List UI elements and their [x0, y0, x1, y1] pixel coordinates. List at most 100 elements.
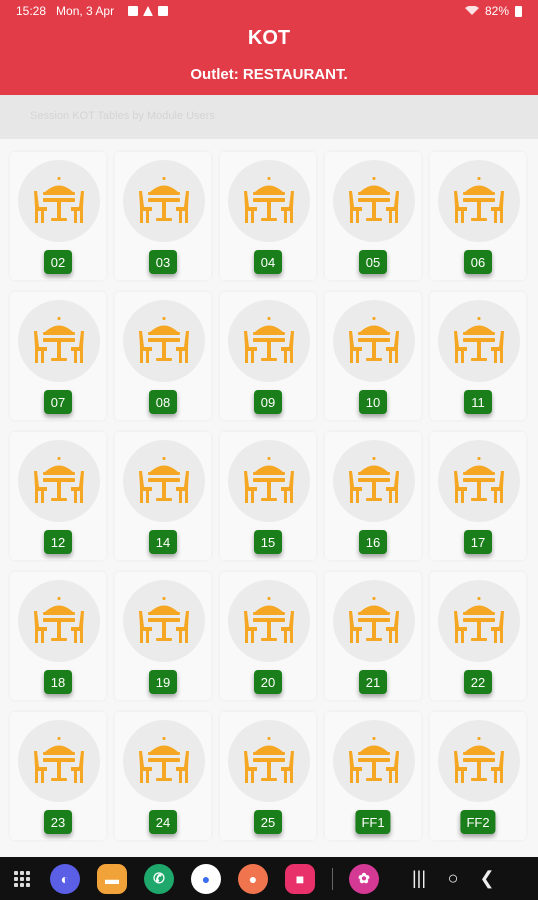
dining-table-icon [244, 597, 294, 643]
table-number-badge: 17 [464, 530, 492, 554]
dining-table-icon [244, 457, 294, 503]
table-icon-circle [123, 720, 205, 802]
table-icon-circle [123, 160, 205, 242]
table-tile[interactable]: 10 [325, 292, 421, 420]
table-tile[interactable]: 23 [10, 712, 106, 840]
table-icon-circle [123, 580, 205, 662]
table-number-badge: 09 [254, 390, 282, 414]
apps-drawer-icon[interactable] [14, 870, 30, 887]
table-icon-circle [228, 720, 310, 802]
table-number-badge: 10 [359, 390, 387, 414]
recents-icon[interactable]: ||| [408, 868, 430, 889]
table-icon-circle [333, 580, 415, 662]
table-number-badge: 11 [464, 390, 492, 414]
samsung-internet-icon[interactable]: ◐ [50, 863, 80, 894]
table-tile[interactable]: 19 [115, 572, 211, 700]
mail-notification-icon [158, 6, 169, 16]
table-number-badge: 18 [44, 670, 72, 694]
table-icon-circle [333, 440, 415, 522]
dining-table-icon [349, 177, 399, 223]
table-tile[interactable]: 17 [430, 432, 526, 560]
table-tile[interactable]: 22 [430, 572, 526, 700]
table-number-badge: 19 [149, 670, 177, 694]
table-number-badge: 22 [464, 670, 492, 694]
table-tile[interactable]: 14 [115, 432, 211, 560]
table-tile[interactable]: 04 [220, 152, 316, 280]
table-icon-circle [18, 440, 100, 522]
table-icon-circle [333, 300, 415, 382]
dining-table-icon [244, 317, 294, 363]
battery-percent: 82% [484, 4, 509, 18]
table-icon-circle [228, 580, 310, 662]
table-number-badge: 16 [359, 530, 387, 554]
dining-table-icon [34, 737, 84, 783]
table-tile[interactable]: 02 [10, 152, 106, 280]
table-icon-circle [18, 720, 100, 802]
table-tile[interactable]: 12 [10, 432, 106, 560]
dining-table-icon [34, 177, 84, 223]
back-icon[interactable]: ❮ [476, 868, 498, 889]
table-tile[interactable]: FF1 [325, 712, 421, 840]
table-tile[interactable]: 25 [220, 712, 316, 840]
table-icon-circle [228, 300, 310, 382]
table-icon-circle [228, 160, 310, 242]
home-icon[interactable]: ○ [442, 868, 464, 889]
table-tile[interactable]: 09 [220, 292, 316, 420]
dining-table-icon [139, 317, 189, 363]
table-tile[interactable]: 08 [115, 292, 211, 420]
table-number-badge: 08 [149, 390, 177, 414]
table-number-badge: 04 [254, 250, 282, 274]
screen-recorder-icon[interactable]: ■ [285, 863, 315, 894]
dining-table-icon [454, 597, 504, 643]
table-tile[interactable]: 16 [325, 432, 421, 560]
gallery-notification-icon [128, 6, 139, 16]
table-tile[interactable]: 03 [115, 152, 211, 280]
table-tile[interactable]: 21 [325, 572, 421, 700]
messages-icon[interactable]: ● [191, 863, 221, 894]
table-tile[interactable]: 15 [220, 432, 316, 560]
table-icon-circle [18, 580, 100, 662]
phone-icon[interactable]: ✆ [144, 863, 174, 894]
table-tile[interactable]: FF2 [430, 712, 526, 840]
table-number-badge: 07 [44, 390, 72, 414]
wifi-icon [464, 6, 479, 15]
table-number-badge: FF2 [460, 810, 496, 834]
table-number-badge: 20 [254, 670, 282, 694]
table-icon-circle [438, 160, 520, 242]
my-files-icon[interactable]: ▬ [97, 863, 127, 894]
table-number-badge: 06 [464, 250, 492, 274]
outlet-label: Outlet: RESTAURANT. [190, 66, 348, 83]
status-date: Mon, 3 Apr [56, 4, 115, 18]
table-tile[interactable]: 18 [10, 572, 106, 700]
table-tile[interactable]: 20 [220, 572, 316, 700]
table-tile[interactable]: 06 [430, 152, 526, 280]
table-icon-circle [438, 580, 520, 662]
table-tile[interactable]: 24 [115, 712, 211, 840]
dining-table-icon [34, 317, 84, 363]
table-number-badge: 12 [44, 530, 72, 554]
table-icon-circle [333, 720, 415, 802]
table-tile[interactable]: 11 [430, 292, 526, 420]
table-number-badge: 23 [44, 810, 72, 834]
table-icon-circle [438, 300, 520, 382]
navigation-bar: ◐ ▬ ✆ ● ● ■ ✿ ||| ○ ❮ [0, 857, 538, 900]
dining-table-icon [139, 597, 189, 643]
status-time: 15:28 [16, 4, 47, 18]
table-tile[interactable]: 07 [10, 292, 106, 420]
table-tile[interactable]: 05 [325, 152, 421, 280]
dining-table-icon [34, 457, 84, 503]
dining-table-icon [139, 177, 189, 223]
table-number-badge: 03 [149, 250, 177, 274]
dining-table-icon [349, 737, 399, 783]
table-number-badge: 21 [359, 670, 387, 694]
dining-table-icon [454, 177, 504, 223]
contacts-icon[interactable]: ● [238, 863, 268, 894]
table-number-badge: 05 [359, 250, 387, 274]
dining-table-icon [454, 457, 504, 503]
table-number-badge: 14 [149, 530, 177, 554]
warning-notification-icon [143, 6, 154, 16]
bixby-icon[interactable]: ✿ [349, 863, 379, 894]
subheader-bar: Session KOT Tables by Module Users [0, 95, 538, 139]
dining-table-icon [244, 737, 294, 783]
nav-divider [332, 867, 333, 890]
